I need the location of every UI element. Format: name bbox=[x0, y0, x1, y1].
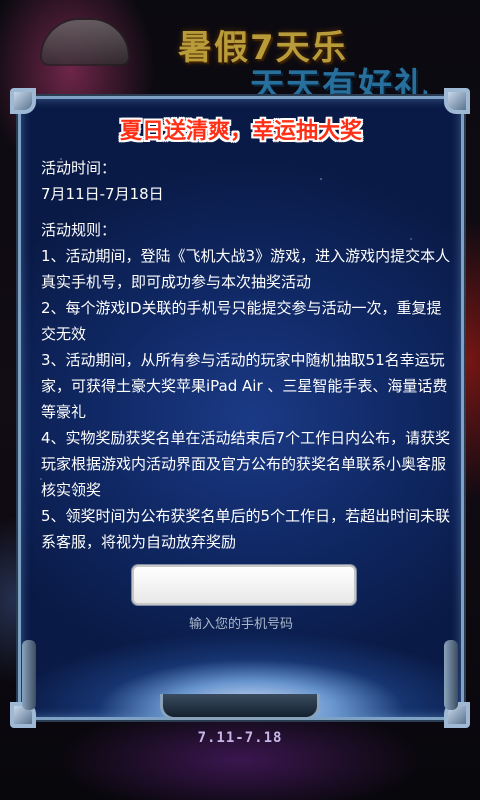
rule-item: 3、活动期间，从所有参与活动的玩家中随机抽取51名幸运玩家，可获得土豪大奖苹果i… bbox=[41, 351, 448, 421]
frame-corner-decoration bbox=[444, 88, 470, 114]
frame-corner-decoration bbox=[10, 88, 36, 114]
pilot-helmet-illustration bbox=[40, 18, 130, 66]
frame-side-clamp bbox=[444, 640, 458, 710]
rule-item: 5、领奖时间为公布获奖名单后的5个工作日，若超出时间未联系客服，将视为自动放弃奖… bbox=[41, 507, 451, 551]
event-panel: 夏日送清爽，幸运抽大奖 活动时间： 7月11日-7月18日 活动规则： 1、活动… bbox=[18, 96, 464, 720]
event-time-value: 7月11日-7月18日 bbox=[41, 185, 164, 203]
event-time-label: 活动时间： bbox=[41, 159, 117, 177]
event-description: 活动时间： 7月11日-7月18日 活动规则： 1、活动期间，登陆《飞机大战3》… bbox=[41, 155, 451, 555]
phone-number-hint: 输入您的手机号码 bbox=[188, 617, 293, 632]
panel-title: 夏日送清爽，幸运抽大奖 bbox=[119, 119, 362, 144]
background-date: 7.11-7.18 bbox=[197, 730, 283, 746]
rule-item: 2、每个游戏ID关联的手机号只能提交参与活动一次，重复提交无效 bbox=[41, 299, 442, 343]
frame-side-clamp bbox=[22, 640, 36, 710]
event-rules-label: 活动规则： bbox=[41, 221, 117, 239]
phone-number-input[interactable] bbox=[132, 565, 356, 605]
frame-bottom-clamp bbox=[160, 694, 320, 720]
rule-item: 1、活动期间，登陆《飞机大战3》游戏，进入游戏内提交本人真实手机号，即可成功参与… bbox=[41, 247, 451, 291]
rule-item: 4、实物奖励获奖名单在活动结束后7个工作日内公布，请获奖玩家根据游戏内活动界面及… bbox=[41, 429, 451, 499]
